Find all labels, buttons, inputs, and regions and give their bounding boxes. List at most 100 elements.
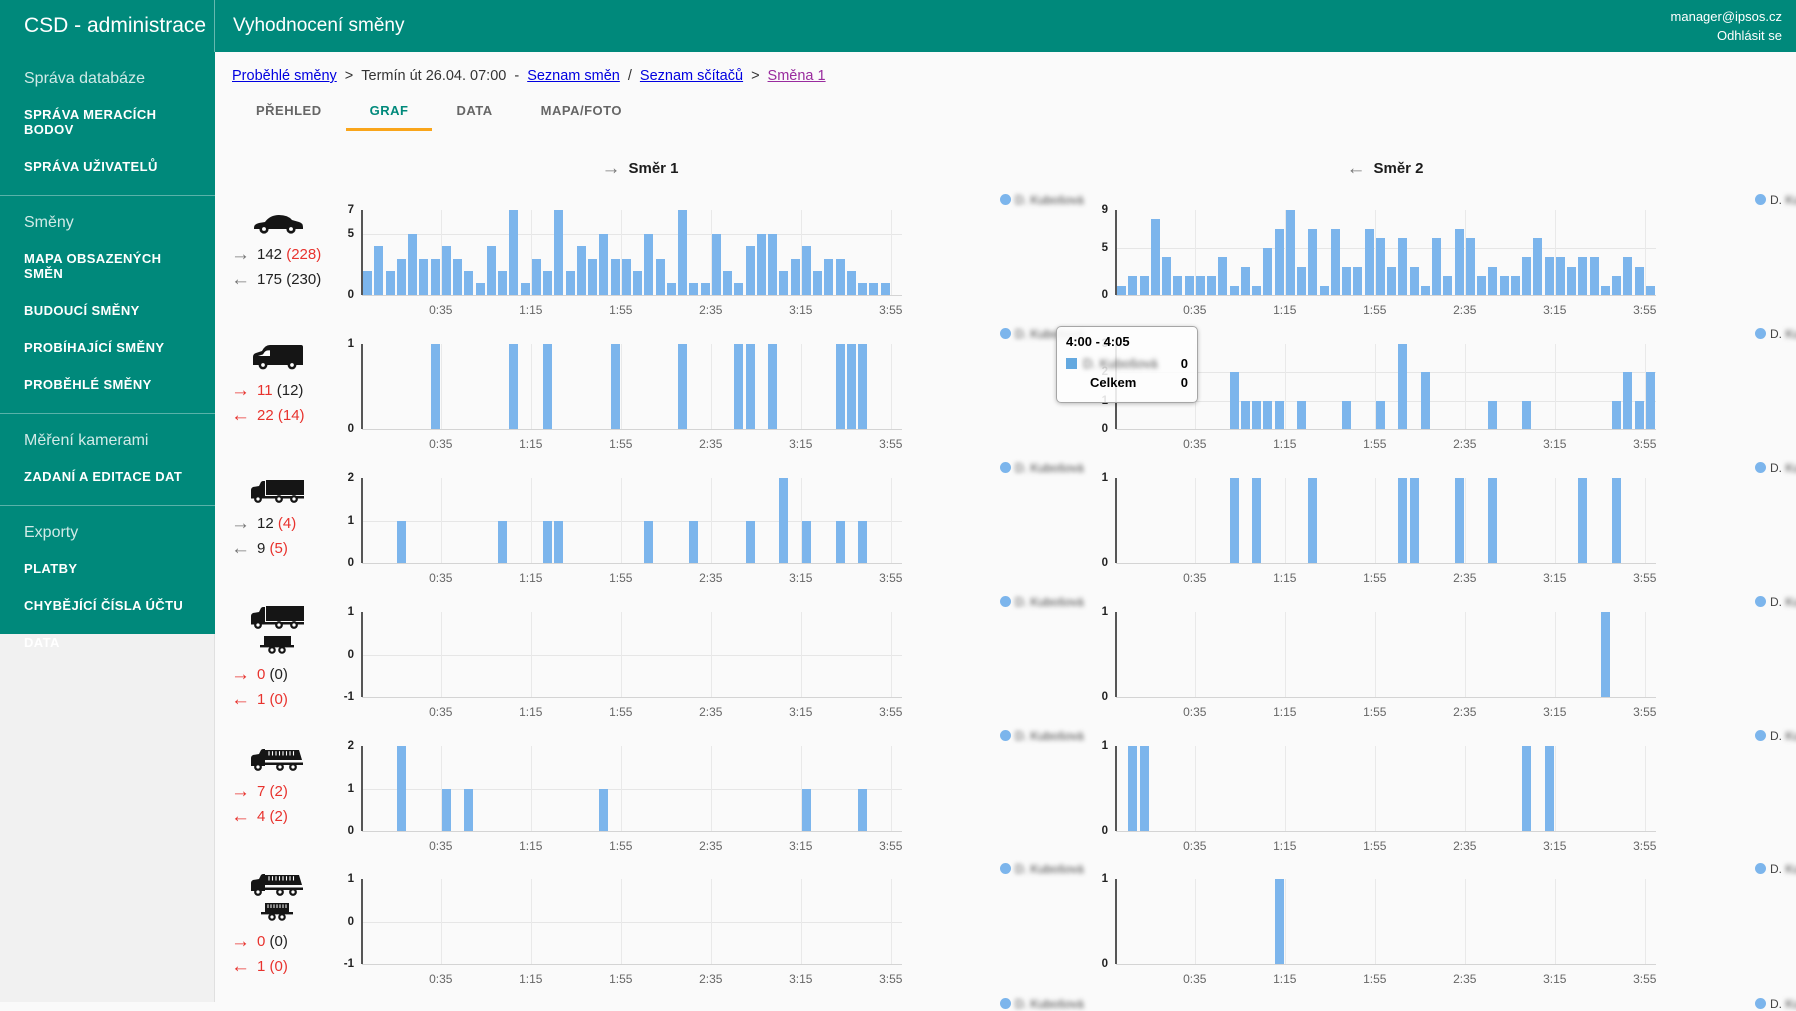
sidebar-item-platby[interactable]: PLATBY	[0, 550, 215, 587]
bar[interactable]	[1634, 266, 1644, 295]
bar[interactable]	[1364, 228, 1374, 295]
bar[interactable]	[1308, 228, 1318, 295]
bar[interactable]	[1319, 285, 1329, 295]
bar[interactable]	[1465, 238, 1475, 295]
legend-item[interactable]: D. Kubošová	[1000, 997, 1084, 1011]
bar[interactable]	[1420, 372, 1430, 429]
bar[interactable]	[1544, 746, 1554, 831]
legend-item[interactable]: D. Kubošová	[1755, 461, 1796, 475]
bar[interactable]	[1308, 478, 1318, 563]
bar[interactable]	[1645, 285, 1655, 295]
bar[interactable]	[599, 234, 609, 295]
bar[interactable]	[1555, 257, 1565, 295]
bar[interactable]	[441, 246, 451, 295]
bar[interactable]	[1263, 400, 1273, 429]
bar[interactable]	[1263, 247, 1273, 295]
bar[interactable]	[1544, 257, 1554, 295]
bar[interactable]	[576, 246, 586, 295]
bar[interactable]	[464, 270, 474, 295]
bar[interactable]	[1218, 257, 1228, 295]
bar[interactable]	[1274, 879, 1284, 964]
sidebar-item-data[interactable]: DATA	[0, 624, 215, 661]
sidebar-item-sprava-uzivatelu[interactable]: SPRÁVA UŽIVATELŮ	[0, 148, 215, 185]
bar[interactable]	[835, 520, 845, 563]
bar[interactable]	[1522, 257, 1532, 295]
bar[interactable]	[1285, 210, 1295, 295]
bar[interactable]	[1499, 276, 1509, 295]
bar[interactable]	[509, 210, 519, 295]
bar[interactable]	[835, 344, 845, 429]
bar[interactable]	[1443, 276, 1453, 295]
bar[interactable]	[396, 520, 406, 563]
bar[interactable]	[1173, 276, 1183, 295]
legend-item[interactable]: D. Kubošová	[1755, 193, 1796, 207]
bar[interactable]	[1229, 372, 1239, 429]
bar[interactable]	[1409, 478, 1419, 563]
bar[interactable]	[396, 746, 406, 831]
bar[interactable]	[745, 520, 755, 563]
bar[interactable]	[880, 282, 890, 295]
bar[interactable]	[801, 520, 811, 563]
bar[interactable]	[374, 246, 384, 295]
bar[interactable]	[666, 282, 676, 295]
legend-item[interactable]: D. Kubošová	[1755, 595, 1796, 609]
bar[interactable]	[1578, 257, 1588, 295]
bar[interactable]	[655, 258, 665, 295]
bar[interactable]	[1375, 400, 1385, 429]
bar[interactable]	[1274, 228, 1284, 295]
bar[interactable]	[396, 258, 406, 295]
sidebar-item-budouci-smeny[interactable]: BUDOUCÍ SMĚNY	[0, 292, 215, 329]
bar[interactable]	[734, 282, 744, 295]
logout-link[interactable]: Odhlásit se	[1671, 26, 1782, 45]
bar[interactable]	[1589, 257, 1599, 295]
bar[interactable]	[1488, 400, 1498, 429]
bar[interactable]	[1488, 478, 1498, 563]
bar[interactable]	[588, 258, 598, 295]
bar[interactable]	[1432, 238, 1442, 295]
bar[interactable]	[756, 234, 766, 295]
bar[interactable]	[1342, 400, 1352, 429]
bar[interactable]	[723, 270, 733, 295]
bar[interactable]	[1162, 257, 1172, 295]
bar[interactable]	[1195, 276, 1205, 295]
bar[interactable]	[543, 344, 553, 429]
bar[interactable]	[1634, 400, 1644, 429]
bar[interactable]	[1409, 266, 1419, 295]
legend-item[interactable]: D. Kubošová	[1755, 327, 1796, 341]
bar[interactable]	[1398, 344, 1408, 429]
bar[interactable]	[700, 282, 710, 295]
bar[interactable]	[1387, 266, 1397, 295]
bar[interactable]	[1240, 400, 1250, 429]
bar[interactable]	[858, 520, 868, 563]
bar[interactable]	[1398, 238, 1408, 295]
bar[interactable]	[689, 282, 699, 295]
bar[interactable]	[1128, 276, 1138, 295]
bar[interactable]	[734, 344, 744, 429]
bar[interactable]	[610, 258, 620, 295]
bar[interactable]	[408, 234, 418, 295]
bar[interactable]	[1612, 400, 1622, 429]
bar[interactable]	[554, 520, 564, 563]
bar[interactable]	[846, 344, 856, 429]
bar[interactable]	[1612, 478, 1622, 563]
bar[interactable]	[689, 520, 699, 563]
bar[interactable]	[1184, 276, 1194, 295]
bar[interactable]	[441, 788, 451, 831]
bar[interactable]	[1353, 266, 1363, 295]
bar[interactable]	[835, 258, 845, 295]
bar[interactable]	[678, 210, 688, 295]
sidebar-item-probihajici-smeny[interactable]: PROBÍHAJÍCÍ SMĚNY	[0, 329, 215, 366]
legend-item[interactable]: D. Kubošová	[1755, 729, 1796, 743]
bar[interactable]	[1229, 478, 1239, 563]
bar[interactable]	[385, 270, 395, 295]
bar[interactable]	[1578, 478, 1588, 563]
bar[interactable]	[711, 234, 721, 295]
bar[interactable]	[1139, 746, 1149, 831]
bar[interactable]	[768, 344, 778, 429]
bar[interactable]	[779, 478, 789, 563]
bar[interactable]	[498, 520, 508, 563]
bar[interactable]	[858, 788, 868, 831]
bar[interactable]	[1297, 266, 1307, 295]
bar[interactable]	[1274, 400, 1284, 429]
bar[interactable]	[1342, 266, 1352, 295]
